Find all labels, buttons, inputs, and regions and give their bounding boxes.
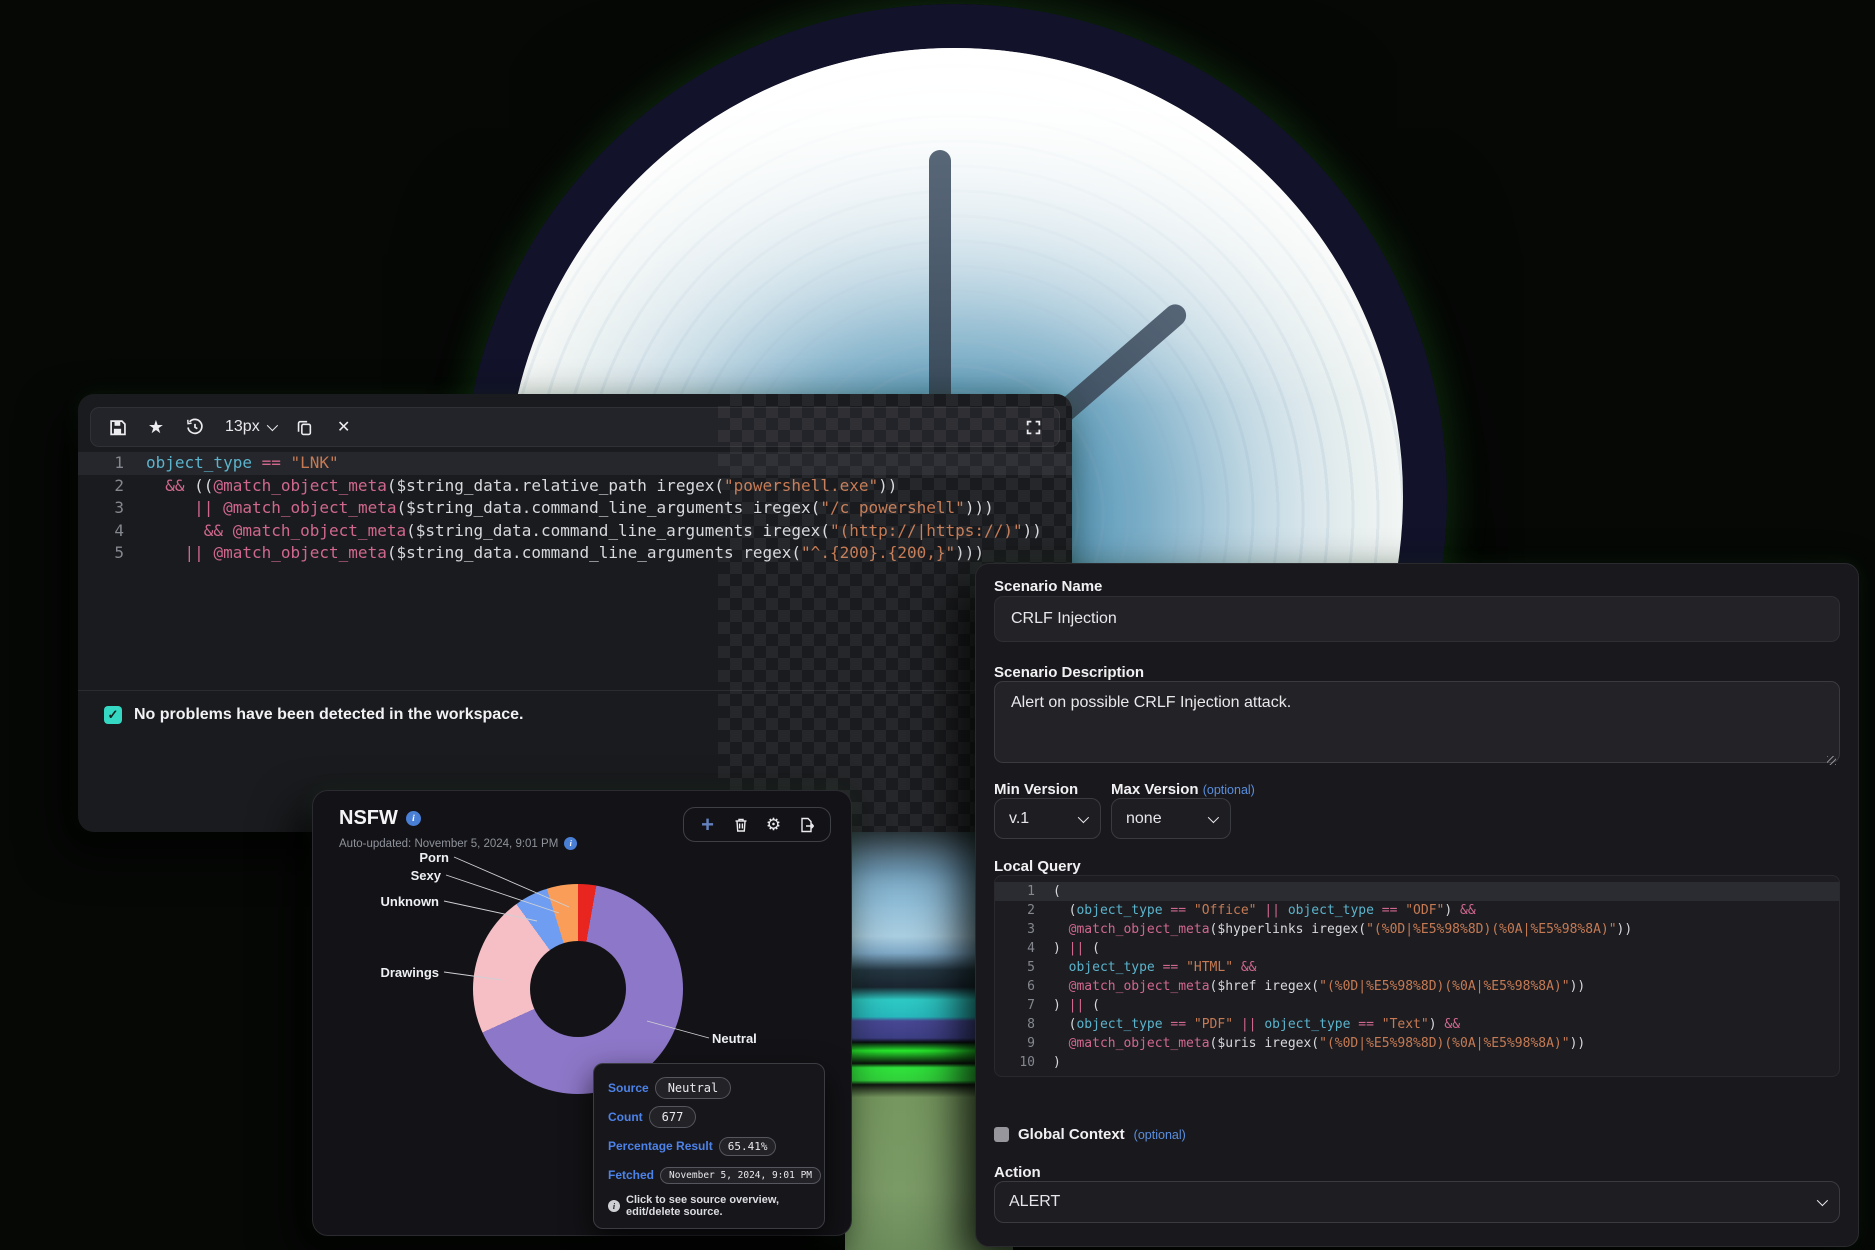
history-icon[interactable]	[186, 418, 204, 436]
min-version-value: v.1	[1009, 810, 1029, 828]
tooltip-label: Source	[608, 1081, 649, 1095]
favorite-star-icon[interactable]: ★	[147, 418, 165, 436]
local-query-label: Local Query	[994, 858, 1081, 875]
chevron-down-icon	[1078, 811, 1089, 822]
nsfw-header: NSFW i Auto-updated: November 5, 2024, 9…	[339, 807, 831, 850]
nsfw-chart-widget: NSFW i Auto-updated: November 5, 2024, 9…	[312, 790, 852, 1236]
max-version-optional-tag: (optional)	[1203, 783, 1255, 797]
max-version-label: Max Version (optional)	[1111, 781, 1255, 798]
code-editor[interactable]: 1object_type == "LNK"2 && ((@match_objec…	[78, 452, 1072, 565]
tooltip-label: Count	[608, 1110, 643, 1124]
fullscreen-icon[interactable]	[1024, 418, 1042, 436]
editor-toolbar: ★ 13px ✕	[90, 407, 1060, 447]
font-size-value: 13px	[225, 418, 260, 436]
global-context-checkbox[interactable]	[994, 1127, 1009, 1142]
global-context-row: Global Context (optional)	[994, 1126, 1186, 1143]
slice-label-porn: Porn	[419, 850, 449, 865]
save-icon[interactable]	[108, 418, 126, 436]
resize-grip-icon[interactable]	[1827, 756, 1836, 765]
nsfw-header-left: NSFW i Auto-updated: November 5, 2024, 9…	[339, 807, 577, 850]
action-value: ALERT	[1009, 1193, 1060, 1211]
slice-label-sexy: Sexy	[411, 868, 441, 883]
tooltip-row: Fetched November 5, 2024, 9:01 PM	[608, 1162, 812, 1188]
workspace-status-row: ✓ No problems have been detected in the …	[104, 706, 523, 724]
tooltip-value: Neutral	[655, 1077, 732, 1099]
export-icon[interactable]	[798, 816, 815, 833]
status-checkbox[interactable]: ✓	[104, 706, 122, 724]
tooltip-row: Source Neutral	[608, 1075, 812, 1101]
info-icon[interactable]: i	[564, 837, 577, 850]
scenario-form-panel: Scenario Name Scenario Description Alert…	[975, 563, 1859, 1247]
tooltip-label: Percentage Result	[608, 1139, 713, 1153]
slice-label-neutral: Neutral	[712, 1031, 757, 1046]
chevron-down-icon	[266, 420, 277, 431]
slice-label-unknown: Unknown	[381, 894, 440, 909]
screenshot-stage: ★ 13px ✕	[0, 0, 1875, 1250]
local-query-editor[interactable]: 1(2 (object_type == "Office" || object_t…	[994, 875, 1840, 1077]
tooltip-row: Percentage Result 65.41%	[608, 1133, 812, 1159]
font-size-dropdown[interactable]: 13px	[225, 418, 275, 436]
close-icon[interactable]: ✕	[335, 418, 353, 436]
query-editor-panel: ★ 13px ✕	[78, 394, 1072, 832]
settings-gear-icon[interactable]: ⚙	[765, 816, 782, 833]
tooltip-row: Count 677	[608, 1104, 812, 1130]
auto-updated-text: Auto-updated: November 5, 2024, 9:01 PM	[339, 838, 558, 850]
tooltip-value: 65.41%	[719, 1137, 777, 1156]
copy-icon[interactable]	[296, 418, 314, 436]
global-context-label: Global Context	[1018, 1126, 1125, 1143]
action-select[interactable]: ALERT	[994, 1181, 1840, 1223]
tooltip-footer-text: Click to see source overview, edit/delet…	[626, 1194, 812, 1218]
tooltip-footer: i Click to see source overview, edit/del…	[608, 1194, 812, 1218]
tooltip-value: November 5, 2024, 9:01 PM	[660, 1167, 821, 1184]
global-context-optional-tag: (optional)	[1134, 1128, 1186, 1142]
chevron-down-icon	[1208, 811, 1219, 822]
info-icon[interactable]: i	[406, 811, 421, 826]
scenario-name-label: Scenario Name	[994, 578, 1102, 595]
slice-tooltip[interactable]: Source Neutral Count 677 Percentage Resu…	[593, 1063, 825, 1229]
tooltip-label: Fetched	[608, 1168, 654, 1182]
max-version-value: none	[1126, 810, 1162, 828]
widget-action-buttons: + ⚙	[683, 807, 831, 842]
scenario-description-label: Scenario Description	[994, 664, 1144, 681]
min-version-select[interactable]: v.1	[994, 798, 1101, 839]
divider	[78, 690, 1072, 691]
add-source-button[interactable]: +	[699, 816, 716, 833]
chevron-down-icon	[1817, 1195, 1828, 1206]
info-icon: i	[608, 1200, 620, 1212]
slice-label-drawings: Drawings	[380, 965, 439, 980]
scenario-description-textarea[interactable]: Alert on possible CRLF Injection attack.	[994, 681, 1840, 763]
widget-title: NSFW	[339, 807, 398, 830]
max-version-select[interactable]: none	[1111, 798, 1231, 839]
status-message: No problems have been detected in the wo…	[134, 706, 523, 724]
scenario-name-input[interactable]	[994, 596, 1840, 642]
delete-icon[interactable]	[732, 816, 749, 833]
action-label: Action	[994, 1164, 1041, 1181]
min-version-label: Min Version	[994, 781, 1078, 798]
tooltip-value: 677	[649, 1106, 697, 1128]
